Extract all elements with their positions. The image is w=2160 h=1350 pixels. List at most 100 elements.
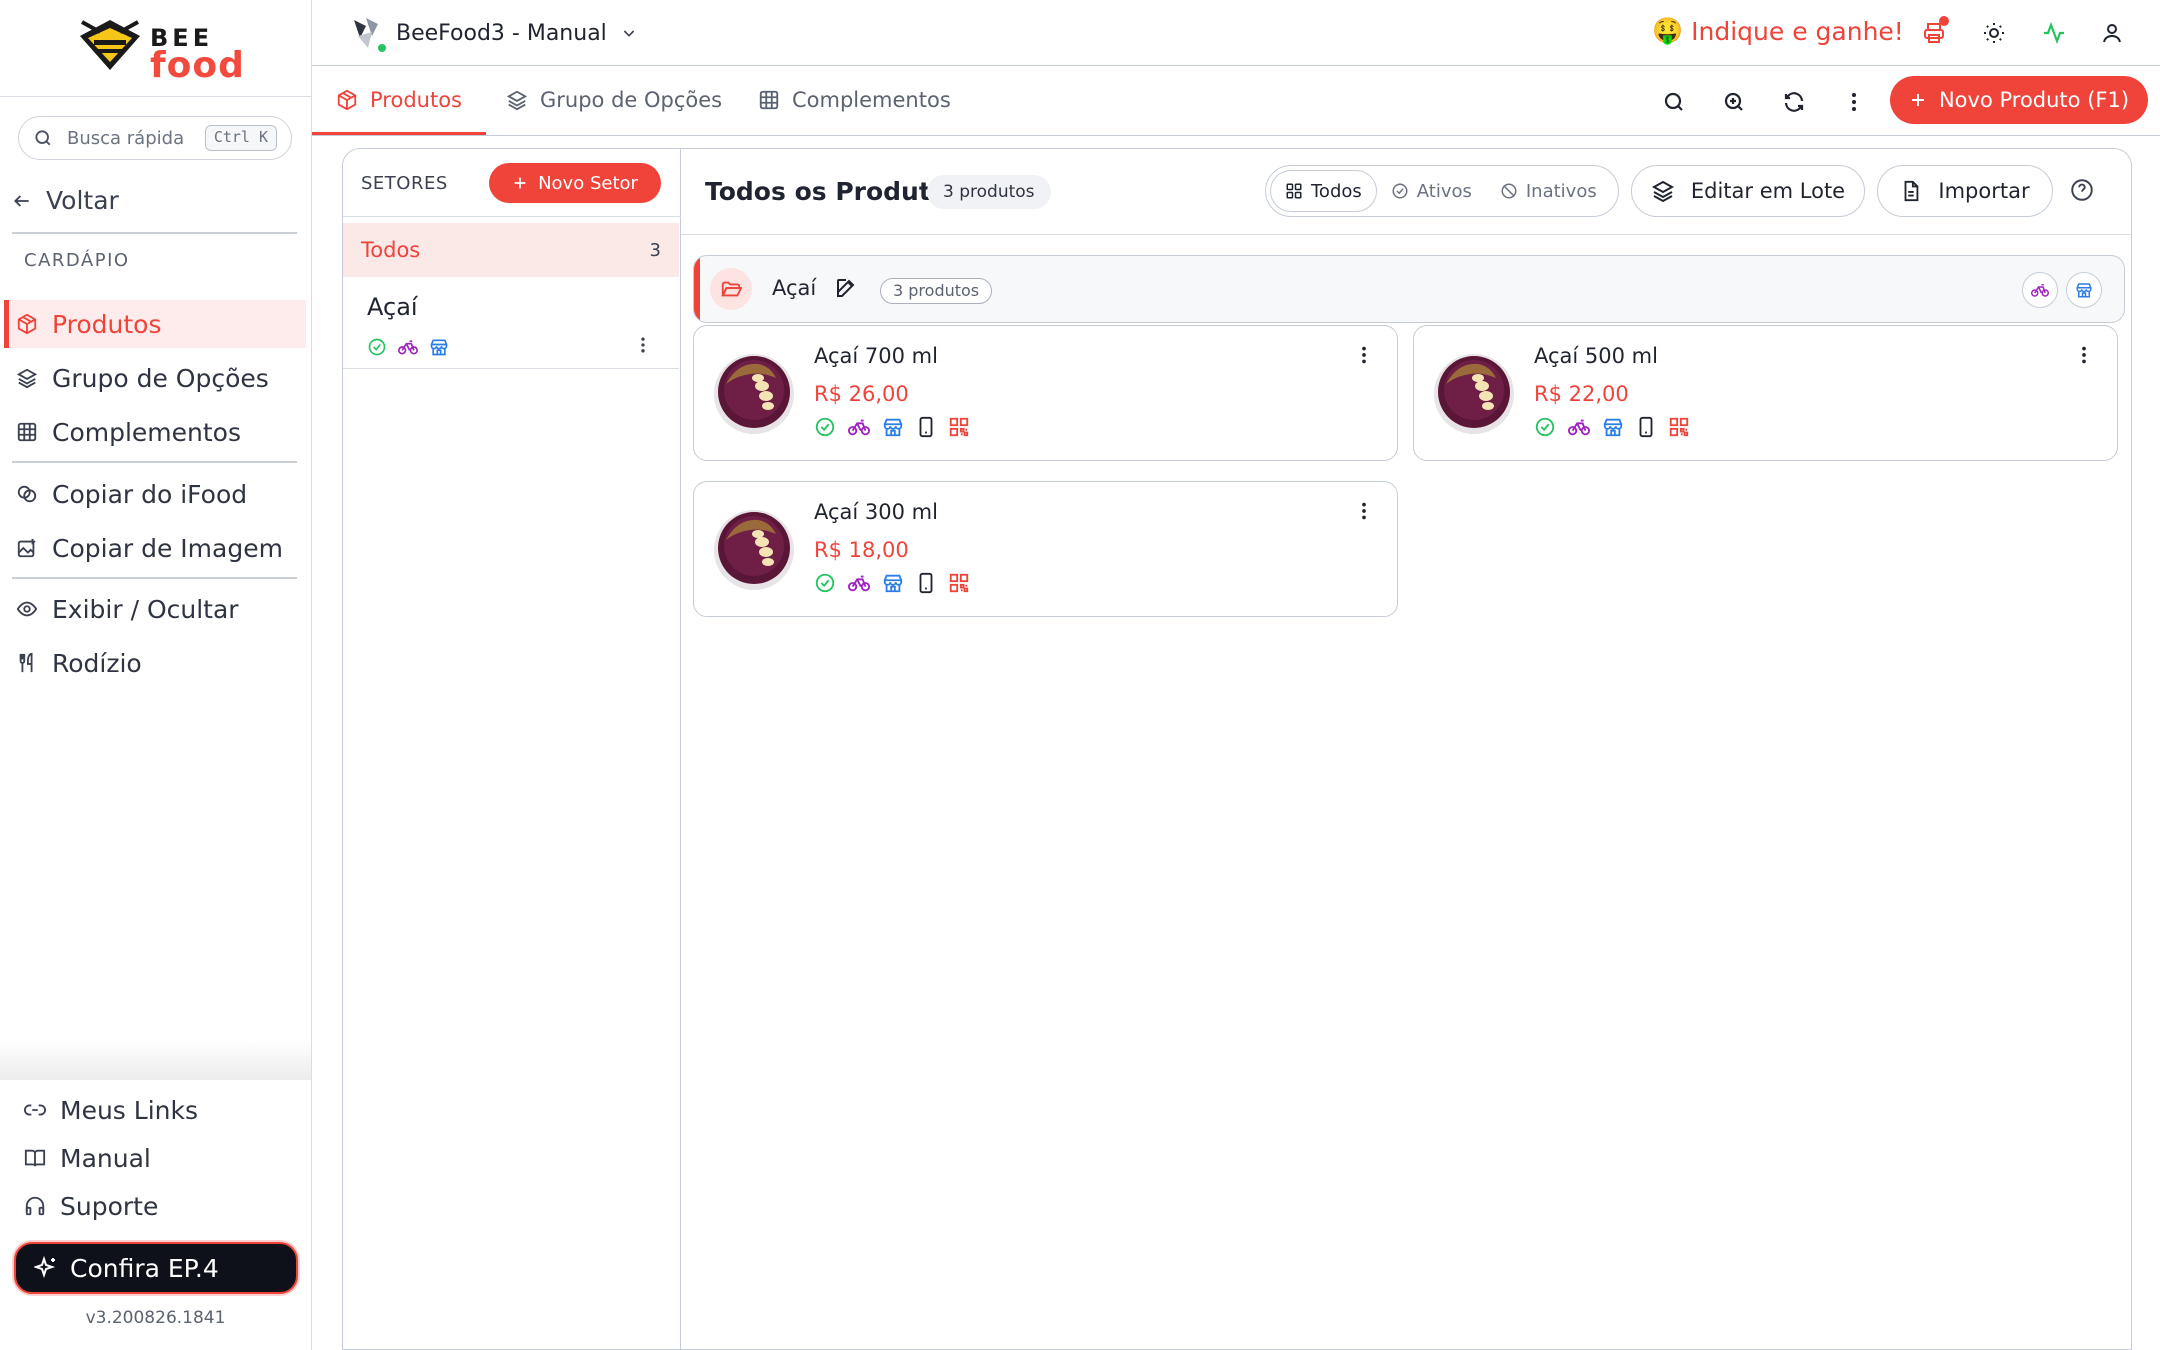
new-sector-label: Novo Setor: [538, 172, 638, 194]
grid-icon: [16, 421, 42, 443]
sidebar-item-label: Copiar de Imagem: [52, 533, 283, 563]
plus-icon: [1909, 91, 1927, 109]
sparkles-icon: [34, 1256, 58, 1280]
tab-grupo-opcoes[interactable]: Grupo de Opções: [506, 66, 722, 134]
sidebar-item-produtos[interactable]: Produtos: [4, 300, 306, 348]
sidebar-item-meus-links[interactable]: Meus Links: [12, 1086, 314, 1134]
store-icon: [1602, 416, 1624, 438]
divider: [0, 96, 311, 97]
new-sector-button[interactable]: Novo Setor: [489, 163, 661, 203]
search-button[interactable]: [1658, 86, 1690, 118]
grid-icon: [758, 89, 780, 111]
sector-count: 3: [649, 239, 661, 261]
tab-label: Produtos: [370, 88, 462, 112]
sidebar-item-suporte[interactable]: Suporte: [12, 1182, 314, 1230]
sector-menu-button[interactable]: [633, 335, 653, 355]
product-card[interactable]: Açaí 300 ml R$ 18,00: [693, 481, 1398, 617]
product-card[interactable]: Açaí 500 ml R$ 22,00: [1413, 325, 2118, 461]
tab-complementos[interactable]: Complementos: [758, 66, 951, 134]
logo-text-food: food: [150, 45, 245, 86]
sidebar-item-label: Produtos: [52, 309, 162, 339]
edit-icon: [837, 279, 855, 297]
more-vertical-icon: [1842, 90, 1866, 114]
referral-label: Indique e ganhe!: [1691, 16, 1904, 46]
filter-inativos[interactable]: Inativos: [1486, 170, 1611, 212]
headset-icon: [24, 1195, 50, 1217]
back-link[interactable]: Voltar: [12, 186, 119, 215]
acai-bowl-image: [714, 354, 794, 434]
promo-button[interactable]: Confira EP.4: [14, 1242, 298, 1294]
beefood-logo[interactable]: BEE food: [78, 18, 248, 86]
image-plus-icon: [16, 537, 42, 559]
quick-search-input[interactable]: Busca rápida Ctrl K: [18, 116, 292, 160]
printer-button[interactable]: [1918, 16, 1950, 49]
sectors-column: SETORES Novo Setor Todos 3 Açaí: [343, 149, 681, 1349]
import-button[interactable]: Importar: [1877, 165, 2053, 217]
zoom-button[interactable]: [1718, 86, 1750, 118]
sector-status-icons: [367, 337, 449, 357]
sectors-header: SETORES Novo Setor: [343, 149, 681, 217]
acai-bowl-image: [714, 510, 794, 590]
product-price: R$ 18,00: [814, 538, 909, 562]
profile-button[interactable]: [2096, 17, 2128, 49]
delivery-toggle[interactable]: [2022, 272, 2058, 308]
sidebar-item-copiar-imagem[interactable]: Copiar de Imagem: [4, 524, 306, 572]
new-product-button[interactable]: Novo Produto (F1): [1890, 76, 2148, 124]
qr-code-icon: [948, 572, 970, 594]
sidebar: BEE food Busca rápida Ctrl K Voltar CARD…: [0, 0, 312, 1350]
edit-group-button[interactable]: [834, 276, 858, 300]
topbar: BeeFood3 - Manual 🤑 Indique e ganhe!: [312, 0, 2160, 66]
batch-edit-button[interactable]: Editar em Lote: [1631, 165, 1865, 217]
tablet-icon: [915, 416, 937, 438]
file-icon: [1900, 180, 1922, 202]
status-button[interactable]: [2038, 17, 2070, 49]
theme-toggle-button[interactable]: [1978, 17, 2010, 49]
more-options-button[interactable]: [1838, 86, 1870, 118]
help-button[interactable]: [2069, 177, 2095, 203]
group-count-badge: 3 produtos: [880, 278, 993, 304]
referral-link[interactable]: 🤑 Indique e ganhe!: [1652, 16, 1904, 46]
utensils-icon: [16, 652, 42, 674]
scroll-fade: [0, 1040, 311, 1080]
sidebar-item-label: Copiar do iFood: [52, 479, 248, 509]
link-icon: [24, 1099, 50, 1121]
group-name: Açaí: [772, 276, 817, 300]
eye-icon: [16, 598, 42, 620]
product-name: Açaí 700 ml: [814, 344, 938, 368]
product-name: Açaí 500 ml: [1534, 344, 1658, 368]
product-card[interactable]: Açaí 700 ml R$ 26,00: [693, 325, 1398, 461]
sectors-title: SETORES: [361, 173, 448, 194]
filter-todos[interactable]: Todos: [1270, 170, 1377, 212]
tab-label: Grupo de Opções: [540, 88, 723, 112]
bicycle-icon: [847, 416, 871, 438]
tab-produtos[interactable]: Produtos: [312, 66, 486, 135]
sidebar-item-rodizio[interactable]: Rodízio: [4, 639, 306, 687]
box-icon: [16, 313, 42, 335]
promo-label: Confira EP.4: [70, 1253, 219, 1283]
refresh-button[interactable]: [1778, 86, 1810, 118]
eye-off-icon: [1500, 182, 1518, 200]
product-menu-button[interactable]: [1353, 500, 1375, 522]
store-toggle[interactable]: [2066, 272, 2102, 308]
status-filter: Todos Ativos Inativos: [1265, 165, 1619, 217]
store-selector[interactable]: BeeFood3 - Manual: [348, 14, 637, 54]
sidebar-item-copiar-ifood[interactable]: Copiar do iFood: [4, 470, 306, 518]
products-panel: SETORES Novo Setor Todos 3 Açaí Todos os…: [342, 148, 2132, 1350]
sector-label: Açaí: [367, 293, 418, 321]
sidebar-item-manual[interactable]: Manual: [12, 1134, 314, 1182]
layers-icon: [1651, 179, 1675, 203]
filter-ativos[interactable]: Ativos: [1377, 170, 1486, 212]
group-header-acai[interactable]: Açaí 3 produtos: [693, 255, 2125, 323]
folder-open-icon: [710, 268, 752, 310]
shortcut-badge: Ctrl K: [204, 125, 277, 151]
sidebar-item-complementos[interactable]: Complementos: [4, 408, 306, 456]
sidebar-item-label: Suporte: [60, 1191, 159, 1221]
sector-item-todos[interactable]: Todos 3: [343, 223, 679, 277]
tab-label: Complementos: [792, 88, 951, 112]
import-label: Importar: [1938, 179, 2030, 203]
sector-item-acai[interactable]: Açaí: [343, 277, 679, 369]
sidebar-item-grupo-opcoes[interactable]: Grupo de Opções: [4, 354, 306, 402]
product-menu-button[interactable]: [2073, 344, 2095, 366]
sidebar-item-exibir-ocultar[interactable]: Exibir / Ocultar: [4, 585, 306, 633]
product-menu-button[interactable]: [1353, 344, 1375, 366]
